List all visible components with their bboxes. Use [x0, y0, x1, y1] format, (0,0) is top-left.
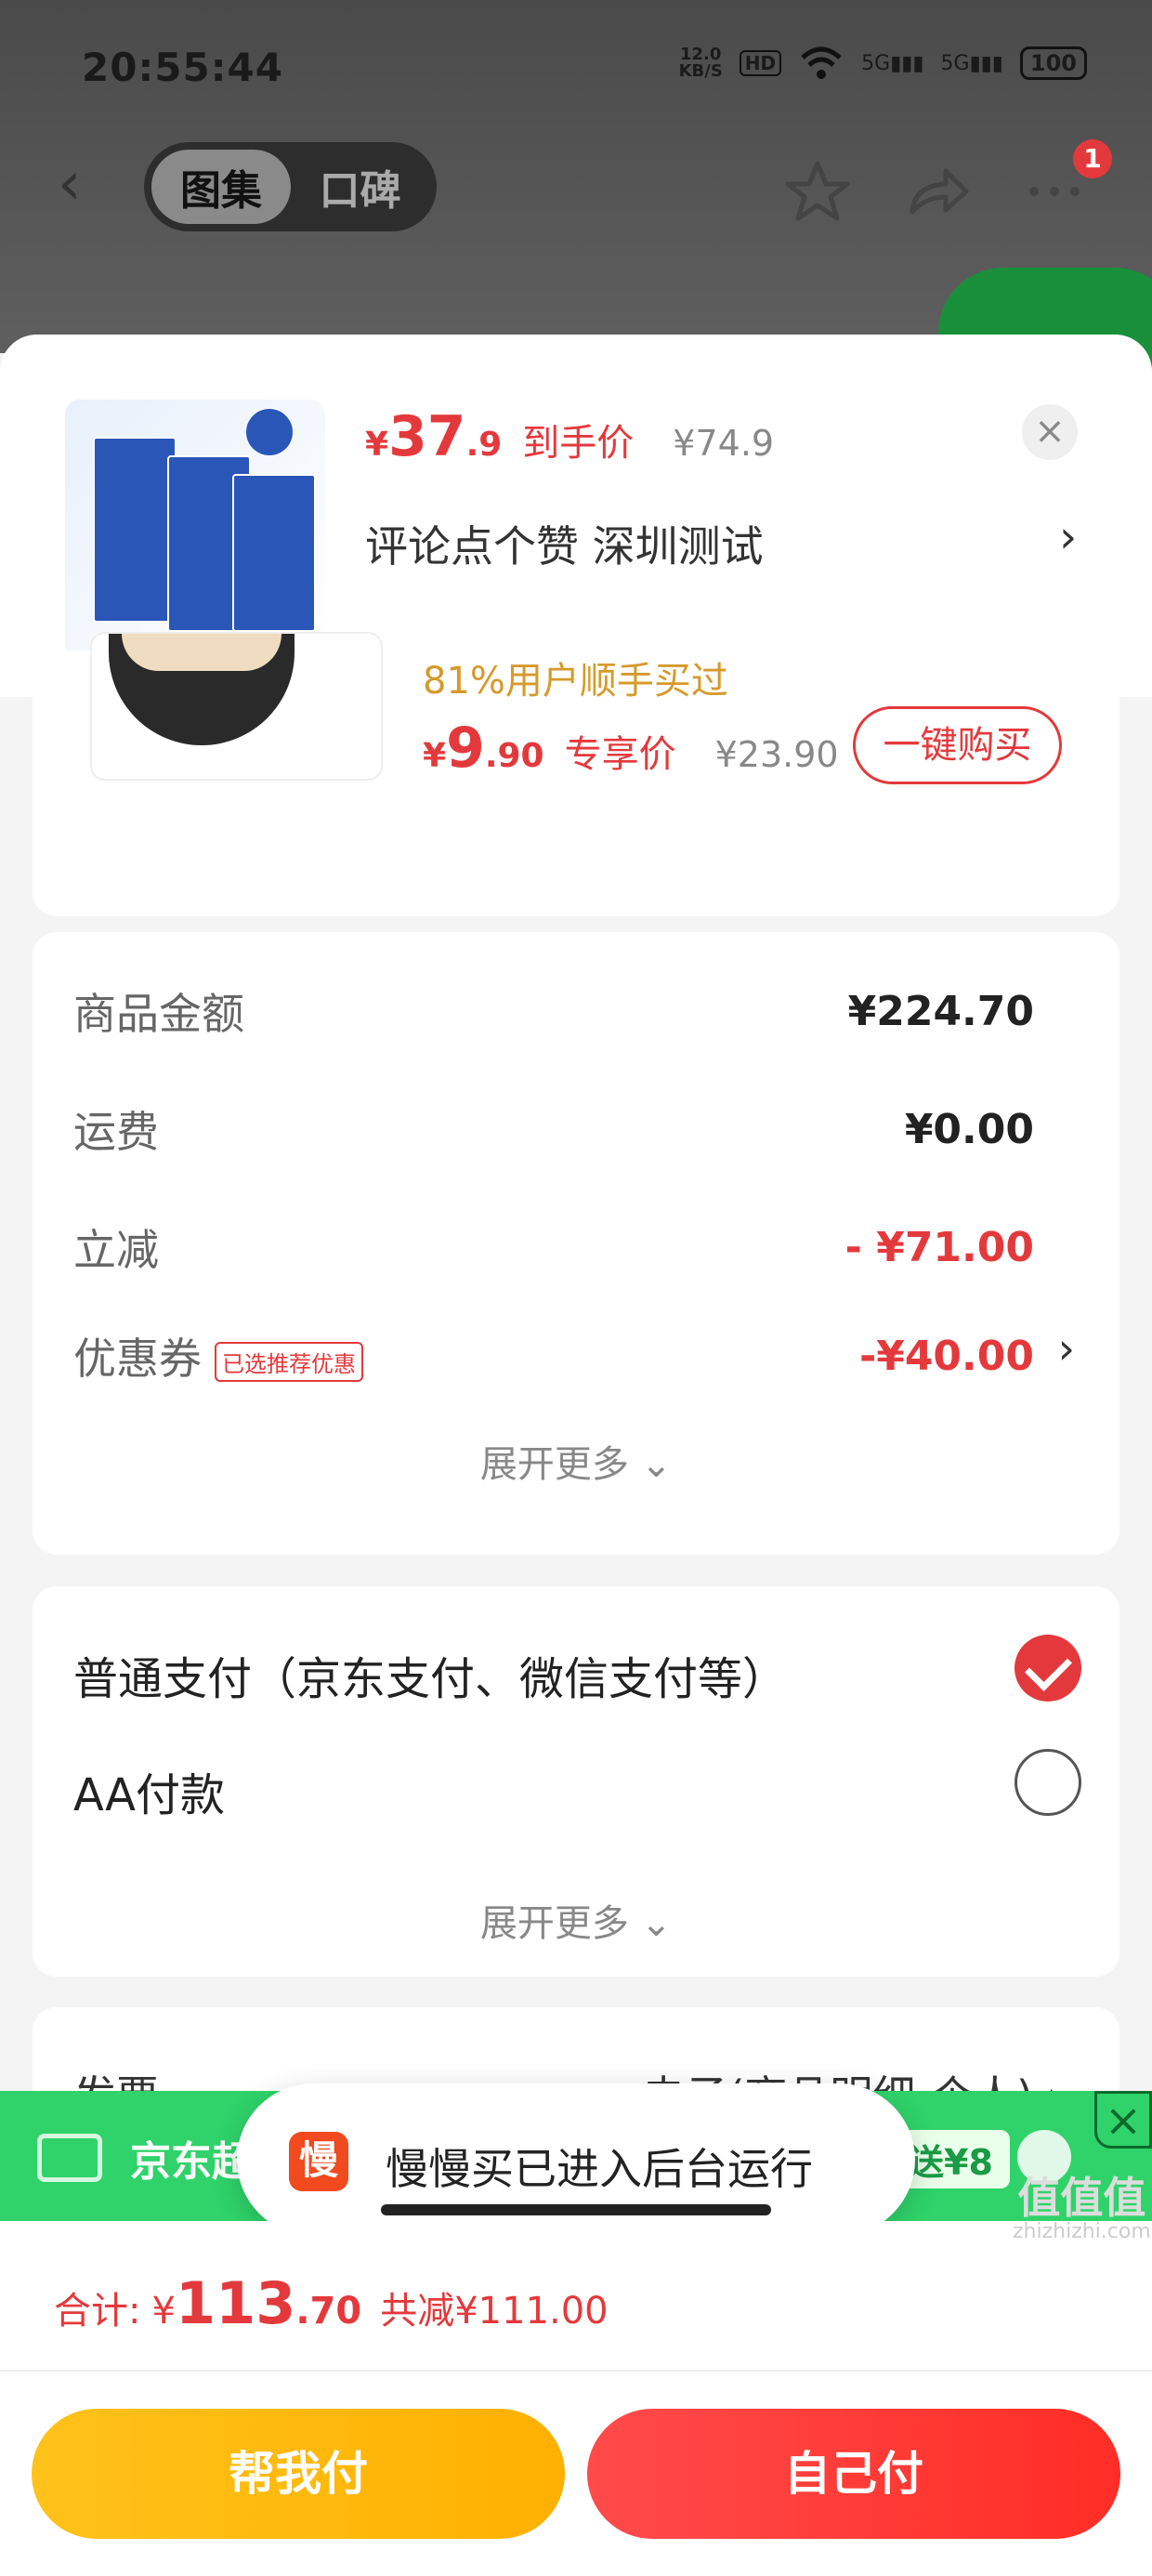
order-total: 合计: ¥ 113 .70 共减¥111.00: [54, 2269, 609, 2337]
app-logo-icon: 慢: [289, 2132, 348, 2191]
total-currency: ¥: [151, 2290, 176, 2333]
status-bar: 20:55:44 12.0 KB/S HD 5G▮▮▮ 5G▮▮▮ 100: [0, 0, 1152, 135]
summary-row-shipping: 运费 ¥0.00: [73, 1097, 1034, 1162]
notification-badge: 1: [1073, 139, 1112, 178]
checked-radio-icon[interactable]: [1015, 1635, 1081, 1702]
back-arrow-icon[interactable]: ‹: [58, 154, 113, 214]
toast-message: 慢慢买已进入后台运行: [386, 2144, 813, 2194]
share-icon[interactable]: [901, 154, 975, 229]
signal-5g-1-icon: 5G▮▮▮: [861, 51, 924, 75]
coupon-tag: 已选推荐优惠: [215, 1342, 363, 1382]
payment-option-aa[interactable]: AA付款: [73, 1758, 225, 1823]
divider: [0, 2370, 1152, 2372]
coupon-key-wrap: 优惠券 已选推荐优惠: [73, 1325, 363, 1387]
bundle-image[interactable]: [90, 632, 383, 781]
price-integer: 37: [388, 404, 466, 469]
price-label: 到手价: [522, 422, 635, 465]
summary-row-discount: 立减 - ¥71.00: [73, 1215, 1034, 1280]
chevron-right-icon[interactable]: ›: [1058, 1323, 1075, 1373]
total-decimal: .70: [295, 2290, 362, 2333]
signal-2-label: 5G: [940, 51, 970, 75]
close-icon[interactable]: ×: [1094, 2091, 1152, 2149]
wifi-icon: [801, 46, 842, 79]
clock: 20:55:44: [82, 45, 283, 90]
noodle-bowl-image: [109, 634, 295, 745]
summary-row-goods: 商品金额 ¥224.70: [73, 979, 1034, 1044]
price-summary: 商品金额 ¥224.70 运费 ¥0.00 立减 - ¥71.00 优惠券 已选推…: [33, 932, 1119, 1555]
segment-tabs: 图集 口碑: [144, 142, 437, 231]
summary-key: 运费: [73, 1107, 159, 1157]
expand-more-payment[interactable]: 展开更多 ⌄: [33, 1893, 1119, 1947]
bundle-price-label: 专享价: [564, 733, 676, 776]
home-indicator[interactable]: [381, 2204, 771, 2215]
summary-key: 优惠券: [73, 1334, 202, 1384]
signal-1-label: 5G: [861, 51, 891, 75]
summary-value: -¥40.00: [858, 1332, 1034, 1380]
price-currency: ¥: [365, 426, 389, 464]
total-integer: 113: [175, 2269, 296, 2337]
signal-5g-2-icon: 5G▮▮▮: [940, 51, 1003, 75]
checkout-footer: 合计: ¥ 113 .70 共减¥111.00 帮我付 自己付: [0, 2221, 1152, 2576]
price-decimal: .9: [465, 426, 503, 464]
summary-value: ¥224.70: [847, 987, 1034, 1035]
hd-icon: HD: [739, 50, 782, 76]
watermark-glyph: 值值值: [1017, 2173, 1146, 2223]
total-label: 合计:: [54, 2290, 141, 2333]
close-icon[interactable]: ×: [1022, 404, 1078, 460]
summary-row-coupon[interactable]: 优惠券 已选推荐优惠 -¥40.00: [73, 1323, 1034, 1388]
product-pack: [93, 437, 177, 623]
bundle-offer: 81%用户顺手买过 ¥ 9 .90 专享价 ¥23.90 一键购买: [33, 632, 1119, 916]
payment-methods: 普通支付（京东支付、微信支付等） AA付款 展开更多 ⌄: [33, 1586, 1119, 1977]
comment-text[interactable]: 评论点个赞 深圳测试: [365, 513, 764, 574]
summary-value: - ¥71.00: [844, 1223, 1034, 1271]
product-price: ¥ 37 .9 到手价 ¥74.9: [365, 404, 774, 469]
top-nav: ‹ 图集 口碑: [0, 138, 1152, 240]
net-speed: 12.0 KB/S: [679, 46, 723, 80]
bundle-subtitle: 81%用户顺手买过: [423, 660, 728, 703]
tab-gallery[interactable]: 图集: [151, 150, 291, 224]
noodle-soup: [122, 634, 281, 671]
bundle-price-currency: ¥: [423, 737, 447, 775]
original-price: ¥74.9: [673, 423, 775, 464]
summary-value: ¥0.00: [904, 1105, 1034, 1153]
order-sheet: ¥ 37 .9 到手价 ¥74.9 × 评论点个赞 深圳测试 › 81%用户顺手…: [0, 335, 1152, 2576]
expand-more-summary[interactable]: 展开更多 ⌄: [33, 1434, 1119, 1488]
unchecked-radio-icon[interactable]: [1015, 1749, 1081, 1816]
bundle-price-decimal: .90: [484, 737, 544, 775]
summary-key: 立减: [73, 1225, 159, 1275]
self-pay-button[interactable]: 自己付: [587, 2409, 1120, 2539]
jd-promo-label: 京东超: [130, 2138, 253, 2186]
net-speed-unit: KB/S: [678, 61, 723, 81]
tab-reviews[interactable]: 口碑: [291, 157, 429, 217]
bundle-price: ¥ 9 .90 专享价 ¥23.90: [423, 716, 839, 781]
total-savings: 共减¥111.00: [380, 2290, 609, 2333]
bundle-original-price: ¥23.90: [714, 734, 839, 775]
chevron-right-icon[interactable]: ›: [1059, 511, 1077, 563]
watermark-text: zhizhizhi.com: [1013, 2220, 1151, 2243]
summary-key: 商品金额: [73, 989, 244, 1039]
product-bottle: [246, 409, 293, 455]
status-icons: 12.0 KB/S HD 5G▮▮▮ 5G▮▮▮ 100: [679, 45, 1087, 82]
watermark: 值值值 zhizhizhi.com: [1013, 2175, 1151, 2243]
star-icon[interactable]: [780, 154, 855, 229]
battery-icon: 100: [1019, 46, 1087, 80]
bundle-price-integer: 9: [446, 716, 485, 781]
help-pay-button[interactable]: 帮我付: [32, 2409, 565, 2539]
payment-option-normal[interactable]: 普通支付（京东支付、微信支付等）: [73, 1642, 787, 1707]
card-icon: [37, 2134, 102, 2182]
one-click-buy-button[interactable]: 一键购买: [853, 706, 1062, 784]
product-thumbnail[interactable]: [65, 400, 325, 660]
product-pack: [232, 474, 316, 632]
